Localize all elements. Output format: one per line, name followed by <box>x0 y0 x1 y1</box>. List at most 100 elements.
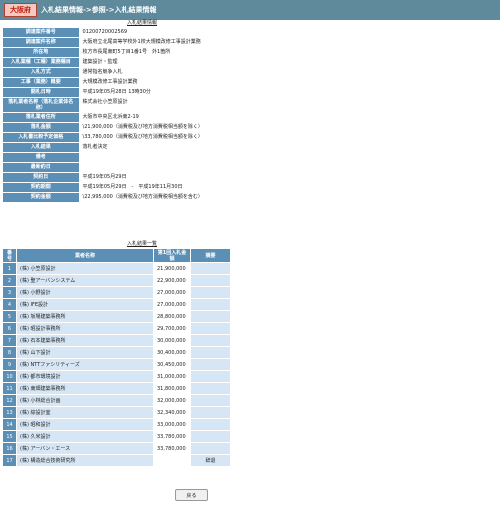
result-no: 17 <box>2 454 17 467</box>
result-no: 1 <box>2 262 17 275</box>
results-caption: 入札結果一覧 <box>126 241 157 247</box>
detail-value: 大阪市中央区北浜東2-19 <box>78 112 355 123</box>
result-company-name: (株) 昭設計事務所 <box>16 322 154 335</box>
page-title: 入札結果情報->参照->入札結果情報 <box>41 6 157 14</box>
detail-label: 所在地 <box>2 47 80 58</box>
result-amount: 33,780,000 <box>153 442 191 455</box>
back-button[interactable]: 戻る <box>175 489 208 501</box>
result-company-name: (株) NTTファシリティーズ <box>16 358 154 371</box>
result-note <box>190 370 231 383</box>
detail-label: 最新約日 <box>2 162 80 173</box>
result-no: 4 <box>2 298 17 311</box>
result-company-name: (株) 小野設計 <box>16 286 154 299</box>
detail-row: 入札業種（工種）業務種目 建築設計・監理 <box>2 57 355 68</box>
result-amount: 32,340,000 <box>153 406 191 419</box>
result-company-name: (株) 石本建築事務所 <box>16 334 154 347</box>
result-note <box>190 382 231 395</box>
result-note <box>190 358 231 371</box>
result-note <box>190 346 231 359</box>
osaka-prefecture-logo: 大阪府 <box>4 3 37 17</box>
detail-row: 入札結果 落札者決定 <box>2 142 355 153</box>
result-amount: 33,780,000 <box>153 430 191 443</box>
detail-value: 01200720002569 <box>78 27 355 38</box>
result-company-name: (株) 小林総合計画 <box>16 394 154 407</box>
result-row: 7 (株) 石本建築事務所 30,000,000 <box>2 334 231 347</box>
detail-value: 大阪府立北尾高等学校外1校大規模改修工事設計業務 <box>78 37 355 48</box>
detail-value <box>78 162 355 173</box>
result-company-name: (株) 昭和設計 <box>16 418 154 431</box>
detail-row: 契約金額 \22,995,000（消費税及び地方消費税相当額を含む） <box>2 192 355 203</box>
detail-value: 落札者決定 <box>78 142 355 153</box>
result-row: 12 (株) 小林総合計画 32,000,000 <box>2 394 231 407</box>
detail-row: 所在地 枚方市長尾東町5丁目1番1号 外1箇所 <box>2 47 355 58</box>
detail-label: 入札業種（工種）業務種目 <box>2 57 80 68</box>
result-amount: 22,900,000 <box>153 274 191 287</box>
detail-row: 調達案件番号 01200720002569 <box>2 27 355 38</box>
result-row: 8 (株) 山下設計 30,400,000 <box>2 346 231 359</box>
result-row: 9 (株) NTTファシリティーズ 30,450,000 <box>2 358 231 371</box>
col-amount-header: 第1回入札金額 <box>153 248 191 263</box>
detail-row: 工事（業務）概要 大規模改修工事設計業務 <box>2 77 355 88</box>
result-amount: 30,450,000 <box>153 358 191 371</box>
result-company-name: (株) アーバン・エース <box>16 442 154 455</box>
result-company-name: (株) 久米設計 <box>16 430 154 443</box>
result-amount: 27,000,000 <box>153 298 191 311</box>
result-note <box>190 262 231 275</box>
result-amount <box>153 454 191 467</box>
detail-row: 落札業者住所 大阪市中央区北浜東2-19 <box>2 112 355 123</box>
result-no: 16 <box>2 442 17 455</box>
result-no: 15 <box>2 430 17 443</box>
detail-label: 契約日 <box>2 172 80 183</box>
results-header-row: 番号 業者名称 第1回入札金額 摘要 <box>2 248 231 263</box>
result-no: 2 <box>2 274 17 287</box>
detail-value: \22,995,000（消費税及び地方消費税相当額を含む） <box>78 192 355 203</box>
result-no: 9 <box>2 358 17 371</box>
result-row: 2 (株) 聖アーバンシステム 22,900,000 <box>2 274 231 287</box>
result-row: 11 (株) 東畑建築事務所 31,800,000 <box>2 382 231 395</box>
detail-caption: 入札結果情報 <box>126 20 157 26</box>
result-note <box>190 418 231 431</box>
detail-value: 株式会社小笠原設計 <box>78 97 355 113</box>
detail-label: 調達案件名称 <box>2 37 80 48</box>
detail-label: 工事（業務）概要 <box>2 77 80 88</box>
detail-row: 契約期間 平成19年05月29日 - 平成19年11月30日 <box>2 182 355 193</box>
detail-row: 落札業者名称（落札企業体名称） 株式会社小笠原設計 <box>2 97 355 113</box>
result-note <box>190 406 231 419</box>
detail-value: 大規模改修工事設計業務 <box>78 77 355 88</box>
detail-value: \21,900,000（消費税及び地方消費税相当額を除く） <box>78 122 355 133</box>
result-amount: 30,400,000 <box>153 346 191 359</box>
result-row: 14 (株) 昭和設計 33,000,000 <box>2 418 231 431</box>
detail-row: 備考 <box>2 152 355 163</box>
detail-row: 最新約日 <box>2 162 355 173</box>
result-company-name: (株) 小笠原設計 <box>16 262 154 275</box>
result-amount: 31,000,000 <box>153 370 191 383</box>
detail-row: 落札金額 \21,900,000（消費税及び地方消費税相当額を除く） <box>2 122 355 133</box>
detail-value: 平成19年05月29日 <box>78 172 355 183</box>
result-note <box>190 298 231 311</box>
detail-value: 平成19年05月28日 13時30分 <box>78 87 355 98</box>
result-row: 17 (株) 構造総合技術研究所 辞退 <box>2 454 231 467</box>
detail-value: 枚方市長尾東町5丁目1番1号 外1箇所 <box>78 47 355 58</box>
result-note <box>190 394 231 407</box>
result-no: 13 <box>2 406 17 419</box>
result-amount: 31,800,000 <box>153 382 191 395</box>
detail-label: 落札業者名称（落札企業体名称） <box>2 97 80 113</box>
result-company-name: (株) 構造総合技術研究所 <box>16 454 154 467</box>
result-amount: 33,000,000 <box>153 418 191 431</box>
result-note <box>190 310 231 323</box>
detail-label: 入札書比較予定価格 <box>2 132 80 143</box>
detail-label: 備考 <box>2 152 80 163</box>
result-no: 7 <box>2 334 17 347</box>
result-row: 16 (株) アーバン・エース 33,780,000 <box>2 442 231 455</box>
result-note <box>190 286 231 299</box>
result-no: 11 <box>2 382 17 395</box>
result-company-name: (株) IFE設計 <box>16 298 154 311</box>
detail-label: 契約金額 <box>2 192 80 203</box>
result-no: 10 <box>2 370 17 383</box>
result-amount: 30,000,000 <box>153 334 191 347</box>
detail-label: 開札日時 <box>2 87 80 98</box>
detail-label: 落札金額 <box>2 122 80 133</box>
result-row: 13 (株) 綜設計室 32,340,000 <box>2 406 231 419</box>
detail-value: \33,780,000（消費税及び地方消費税相当額を除く） <box>78 132 355 143</box>
result-amount: 32,000,000 <box>153 394 191 407</box>
